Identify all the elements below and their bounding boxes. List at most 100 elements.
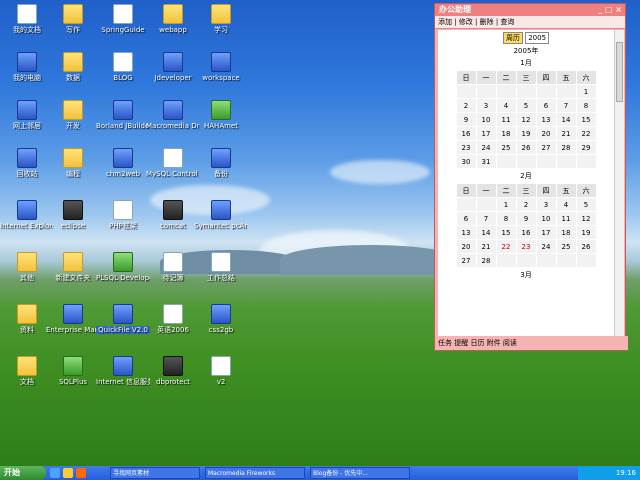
desktop-icon[interactable]: chm2web xyxy=(96,148,150,192)
day-cell[interactable]: 12 xyxy=(575,211,597,226)
desktop-icon[interactable]: 开发 xyxy=(46,100,100,144)
widget-title-bar[interactable]: 办公助理 _ □ × xyxy=(435,4,625,16)
desktop-icon[interactable]: 工作总结 xyxy=(194,252,248,296)
desktop-icon[interactable]: 学习 xyxy=(194,4,248,48)
desktop-icon[interactable]: 新建文件夹 xyxy=(46,252,100,296)
desktop-icon[interactable]: 编程 xyxy=(46,148,100,192)
day-cell[interactable]: 21 xyxy=(555,126,577,141)
window-controls[interactable]: _ □ × xyxy=(598,4,622,16)
day-cell[interactable]: 17 xyxy=(535,225,557,240)
taskbar-task[interactable]: 寻找网页素材 xyxy=(110,467,200,479)
desktop-icon[interactable]: Macromedia Dreamwea... xyxy=(146,100,200,144)
day-cell[interactable]: 26 xyxy=(515,140,537,155)
day-cell[interactable]: 10 xyxy=(535,211,557,226)
day-cell[interactable]: 25 xyxy=(555,239,577,254)
desktop-icon[interactable]: 待记簿 xyxy=(146,252,200,296)
desktop-icon[interactable]: 写作 xyxy=(46,4,100,48)
desktop-icon[interactable]: PHP框架 xyxy=(96,200,150,244)
day-cell[interactable]: 2 xyxy=(455,98,477,113)
desktop-icon[interactable]: QuickFile V2.0 xyxy=(96,304,150,348)
ie-quicklaunch-icon[interactable] xyxy=(50,468,60,478)
desktop-icon[interactable]: workspace xyxy=(194,52,248,96)
day-cell[interactable]: 5 xyxy=(515,98,537,113)
desktop-icon[interactable]: Symantec pcAnywhere xyxy=(194,200,248,244)
day-cell[interactable]: 18 xyxy=(495,126,517,141)
day-cell[interactable]: 3 xyxy=(475,98,497,113)
day-cell[interactable]: 25 xyxy=(495,140,517,155)
day-cell[interactable]: 9 xyxy=(455,112,477,127)
day-cell[interactable]: 5 xyxy=(575,197,597,212)
day-cell[interactable]: 23 xyxy=(455,140,477,155)
day-cell[interactable]: 22 xyxy=(575,126,597,141)
day-cell[interactable]: 15 xyxy=(575,112,597,127)
day-cell[interactable]: 30 xyxy=(455,154,477,169)
day-cell[interactable]: 14 xyxy=(555,112,577,127)
desktop-icon[interactable]: 备份 xyxy=(194,148,248,192)
day-cell[interactable]: 7 xyxy=(475,211,497,226)
day-cell[interactable]: 22 xyxy=(495,239,517,254)
desktop-icon[interactable]: 数据 xyxy=(46,52,100,96)
day-cell[interactable]: 27 xyxy=(455,253,477,268)
day-cell[interactable]: 19 xyxy=(575,225,597,240)
widget-scrollbar[interactable] xyxy=(614,30,624,336)
day-cell[interactable]: 4 xyxy=(495,98,517,113)
desktop-icon[interactable]: HAHAmet xyxy=(194,100,248,144)
desktop-icon[interactable]: SQLPlus xyxy=(46,356,100,400)
day-cell[interactable]: 6 xyxy=(535,98,557,113)
day-cell[interactable]: 15 xyxy=(495,225,517,240)
desktop-icon[interactable]: 英语2006 xyxy=(146,304,200,348)
calendar-type-select[interactable]: 周历 xyxy=(502,32,523,44)
scroll-thumb[interactable] xyxy=(616,42,623,102)
day-cell[interactable]: 1 xyxy=(495,197,517,212)
year-select[interactable]: 2005 xyxy=(525,32,550,44)
day-cell[interactable]: 1 xyxy=(575,84,597,99)
desktop-icon[interactable]: SpringGuide xyxy=(96,4,150,48)
folder-quicklaunch-icon[interactable] xyxy=(63,468,73,478)
day-cell[interactable]: 20 xyxy=(455,239,477,254)
desktop-icon[interactable]: v2 xyxy=(194,356,248,400)
taskbar-task[interactable]: Macromedia Fireworks xyxy=(205,467,305,479)
start-button[interactable]: 开始 xyxy=(0,466,46,480)
day-cell[interactable]: 4 xyxy=(555,197,577,212)
desktop-icon[interactable]: eclipse xyxy=(46,200,100,244)
day-cell[interactable]: 11 xyxy=(495,112,517,127)
day-cell[interactable]: 14 xyxy=(475,225,497,240)
day-cell[interactable]: 23 xyxy=(515,239,537,254)
day-cell[interactable]: 18 xyxy=(555,225,577,240)
desktop-icon[interactable]: Enterprise Manag... xyxy=(46,304,100,348)
day-cell[interactable]: 16 xyxy=(515,225,537,240)
day-cell[interactable]: 8 xyxy=(575,98,597,113)
widget-tabs[interactable]: 任务 提醒 日历 附件 阅读 xyxy=(435,336,628,350)
day-cell[interactable]: 7 xyxy=(555,98,577,113)
desktop-icon[interactable]: Borland JBuilder 20... xyxy=(96,100,150,144)
day-cell[interactable]: 26 xyxy=(575,239,597,254)
media-quicklaunch-icon[interactable] xyxy=(76,468,86,478)
office-assistant-widget[interactable]: 办公助理 _ □ × 添加 | 修改 | 删除 | 查询 周历 2005 200… xyxy=(434,3,628,351)
day-cell[interactable]: 19 xyxy=(515,126,537,141)
day-cell[interactable]: 6 xyxy=(455,211,477,226)
day-cell[interactable]: 11 xyxy=(555,211,577,226)
widget-toolbar[interactable]: 添加 | 修改 | 删除 | 查询 xyxy=(435,16,625,29)
taskbar-task[interactable]: Blog备份 - 优先中... xyxy=(310,467,410,479)
day-cell[interactable]: 24 xyxy=(535,239,557,254)
day-cell[interactable]: 29 xyxy=(575,140,597,155)
day-cell[interactable]: 13 xyxy=(535,112,557,127)
day-cell[interactable]: 20 xyxy=(535,126,557,141)
day-cell[interactable]: 2 xyxy=(515,197,537,212)
day-cell[interactable]: 9 xyxy=(515,211,537,226)
desktop-icon[interactable]: BLOG xyxy=(96,52,150,96)
day-cell[interactable]: 13 xyxy=(455,225,477,240)
day-cell[interactable]: 10 xyxy=(475,112,497,127)
desktop-icon[interactable]: Jdeveloper xyxy=(146,52,200,96)
day-cell[interactable]: 3 xyxy=(535,197,557,212)
day-cell[interactable]: 27 xyxy=(535,140,557,155)
day-cell[interactable]: 31 xyxy=(475,154,497,169)
desktop-icon[interactable]: css2gb xyxy=(194,304,248,348)
day-cell[interactable]: 28 xyxy=(475,253,497,268)
day-cell[interactable]: 17 xyxy=(475,126,497,141)
day-cell[interactable]: 8 xyxy=(495,211,517,226)
day-cell[interactable]: 21 xyxy=(475,239,497,254)
desktop-icon[interactable]: Internet 信息服务 xyxy=(96,356,150,400)
desktop-icon[interactable]: dbprotect xyxy=(146,356,200,400)
day-cell[interactable]: 16 xyxy=(455,126,477,141)
